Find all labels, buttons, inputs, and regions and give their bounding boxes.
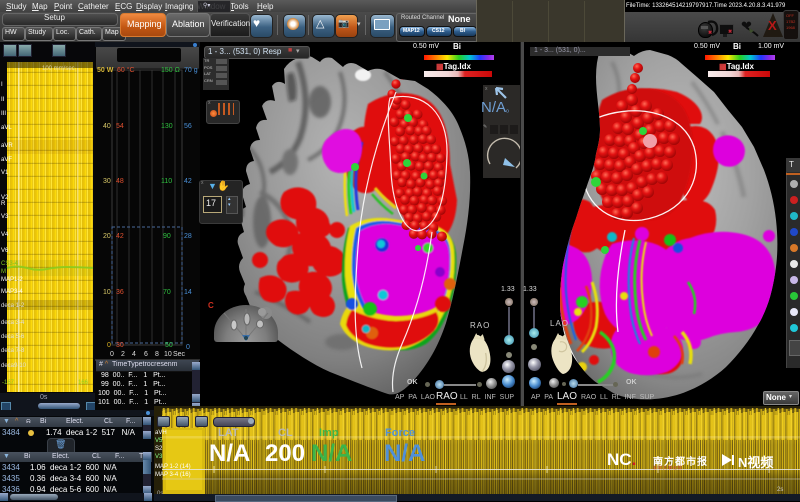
svg-text:110: 110 — [161, 178, 172, 185]
svg-text:50 W: 50 W — [97, 67, 114, 74]
svg-text:36: 36 — [116, 289, 124, 296]
svg-text:Sec: Sec — [173, 351, 186, 358]
svg-text:56: 56 — [184, 123, 192, 130]
svg-text:60 °C: 60 °C — [117, 66, 135, 74]
svg-text:2: 2 — [121, 351, 125, 358]
svg-text:30: 30 — [116, 342, 124, 349]
svg-text:40: 40 — [103, 123, 111, 130]
svg-text:130: 130 — [161, 123, 173, 130]
svg-text:90: 90 — [163, 233, 171, 240]
svg-text:48: 48 — [116, 178, 124, 185]
svg-text:42: 42 — [184, 178, 192, 185]
svg-text:28: 28 — [184, 233, 192, 240]
svg-text:10: 10 — [164, 351, 172, 358]
svg-text:10: 10 — [103, 289, 111, 296]
svg-text:8: 8 — [155, 351, 159, 358]
svg-text:0: 0 — [107, 342, 111, 349]
svg-text:50: 50 — [165, 342, 173, 349]
svg-text:0: 0 — [186, 344, 190, 351]
svg-text:20: 20 — [103, 233, 111, 240]
svg-text:54: 54 — [116, 123, 124, 130]
svg-text:6: 6 — [144, 351, 148, 358]
svg-text:0: 0 — [110, 351, 114, 358]
svg-text:4: 4 — [132, 351, 136, 358]
svg-text:42: 42 — [116, 233, 124, 240]
svg-text:70: 70 — [163, 289, 171, 296]
svg-text:150 Ω: 150 Ω — [161, 67, 180, 74]
svg-text:70 g: 70 g — [184, 67, 198, 74]
svg-text:14: 14 — [184, 289, 192, 296]
svg-text:30: 30 — [103, 178, 111, 185]
